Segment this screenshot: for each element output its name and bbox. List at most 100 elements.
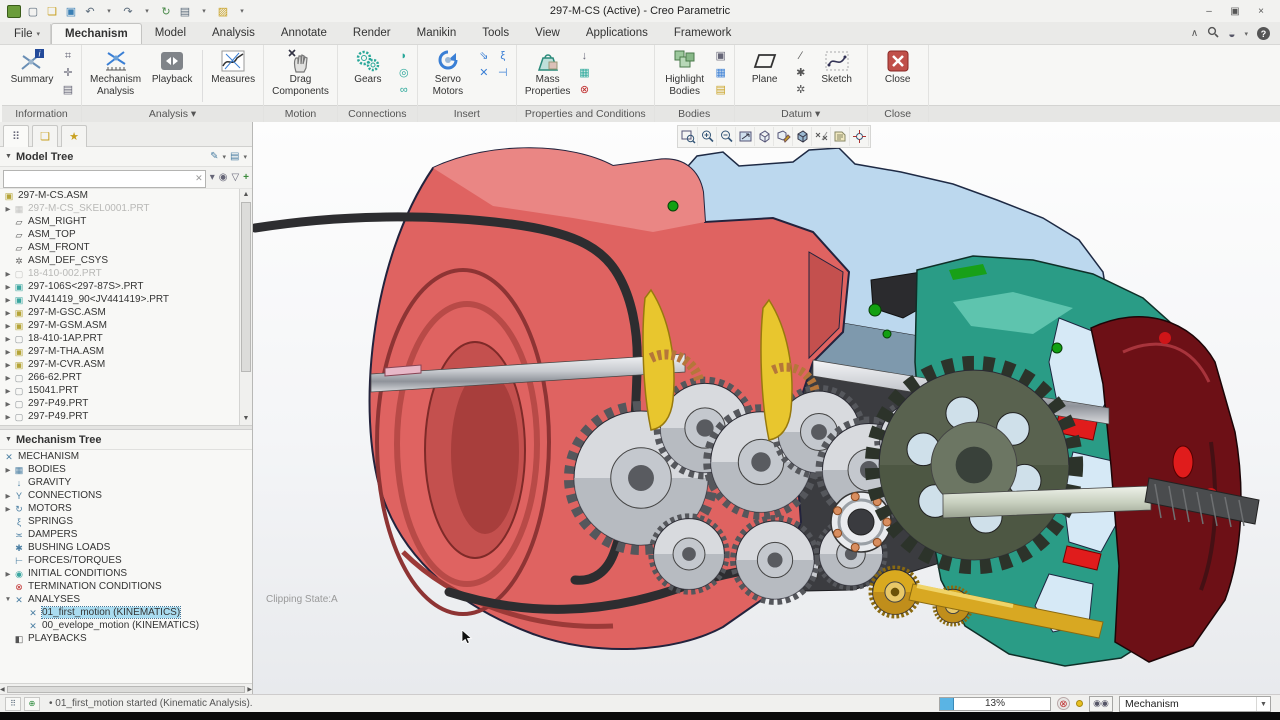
graphics-area[interactable]: Clipping State:A: [253, 122, 1280, 694]
drag-components-button[interactable]: DragComponents: [269, 47, 332, 98]
close-window-icon[interactable]: ×: [1254, 6, 1268, 17]
dampers-insert-icon[interactable]: ⊣: [495, 66, 511, 81]
mechanism-tree-item-mechanism[interactable]: ✕MECHANISM: [0, 450, 252, 463]
tree-filters-icon[interactable]: ✎: [210, 151, 218, 162]
toggle-navigator-icon[interactable]: ⠿: [5, 697, 21, 711]
zoom-out-button[interactable]: [717, 127, 736, 146]
tab-annotate[interactable]: Annotate: [268, 23, 340, 44]
expand-arrow-icon[interactable]: ▼: [3, 596, 13, 603]
model-tree-item-297-p49-prt[interactable]: ▶▢297-P49.PRT: [0, 397, 252, 410]
zoom-in-button[interactable]: [698, 127, 717, 146]
tree-settings-caret[interactable]: ▾: [243, 153, 247, 161]
find-in-tree-icon[interactable]: ◉: [219, 172, 228, 183]
selection-filter-dropdown[interactable]: Mechanism ▼: [1119, 696, 1271, 712]
initial-conditions-icon[interactable]: ▦: [576, 66, 592, 81]
new-file-icon[interactable]: ▢: [25, 3, 41, 19]
model-tree-tab[interactable]: ⠿: [3, 125, 29, 147]
scroll-right-icon[interactable]: ▶: [247, 686, 252, 693]
display-style-button[interactable]: [793, 127, 812, 146]
model-tree-item-18-410-1ap-prt[interactable]: ▶▢18-410-1AP.PRT: [0, 332, 252, 345]
servo-motors-button[interactable]: ServoMotors: [423, 47, 473, 98]
mass-properties-button[interactable]: MassProperties: [522, 47, 574, 98]
restore-icon[interactable]: ▣: [1228, 6, 1242, 17]
view-manager-button[interactable]: [774, 127, 793, 146]
model-tree-item-297-m-tha-asm[interactable]: ▶▣297-M-THA.ASM: [0, 345, 252, 358]
expand-arrow-icon[interactable]: ▶: [3, 296, 13, 304]
playback-button[interactable]: Playback: [147, 47, 197, 87]
tab-analysis[interactable]: Analysis: [199, 23, 268, 44]
close-button[interactable]: Close: [873, 47, 923, 87]
mechanism-tree-item-forces-torques[interactable]: ⊢FORCES/TORQUES: [0, 554, 252, 567]
summary-button[interactable]: iSummary: [7, 47, 57, 87]
tab-render[interactable]: Render: [340, 23, 404, 44]
termination-conditions-icon[interactable]: ⊗: [576, 83, 592, 98]
csys-small-icon[interactable]: ✲: [793, 83, 809, 98]
axis-icon[interactable]: ∕: [793, 49, 809, 64]
find-button[interactable]: ◉◉: [1089, 696, 1113, 712]
model-tree-item-18-410-002-prt[interactable]: ▶▢18-410-002.PRT: [0, 267, 252, 280]
mechanism-tree-item-bodies[interactable]: ▶▦BODIES: [0, 463, 252, 476]
expand-arrow-icon[interactable]: ▶: [3, 400, 13, 408]
mechanism-tree-item-motors[interactable]: ▶↻MOTORS: [0, 502, 252, 515]
browser-icon[interactable]: ⊕: [24, 697, 40, 711]
tab-applications[interactable]: Applications: [573, 23, 661, 44]
tab-model[interactable]: Model: [142, 23, 199, 44]
model-tree-item-297-m-gsc-asm[interactable]: ▶▣297-M-GSC.ASM: [0, 306, 252, 319]
model-tree-scrollbar[interactable]: ▲ ▼: [239, 189, 252, 425]
hscroll-thumb[interactable]: [7, 686, 246, 693]
mechanism-tree-item-analyses[interactable]: ▼✕ANALYSES: [0, 593, 252, 606]
expand-arrow-icon[interactable]: ▶: [3, 283, 13, 291]
scroll-down-icon[interactable]: ▼: [240, 413, 252, 425]
model-tree-item-asm-def-csys[interactable]: ✲ASM_DEF_CSYS: [0, 254, 252, 267]
mechanism-tree-item-00-evelope-motion-kinematics[interactable]: ✕00_evelope_motion (KINEMATICS): [0, 619, 252, 632]
qat-customize-caret-icon[interactable]: ▾: [234, 3, 250, 19]
file-menu[interactable]: File ▾: [4, 24, 51, 44]
cams-icon[interactable]: ◗: [396, 49, 412, 64]
gears-button[interactable]: Gears: [343, 47, 393, 87]
folder-browser-tab[interactable]: ❏: [32, 125, 58, 147]
mechanism-tree-item-dampers[interactable]: ≍DAMPERS: [0, 528, 252, 541]
assign-body-icon[interactable]: ▦: [713, 66, 729, 81]
tab-manikin[interactable]: Manikin: [404, 23, 470, 44]
open-file-icon[interactable]: ❏: [44, 3, 60, 19]
tab-framework[interactable]: Framework: [661, 23, 745, 44]
help-icon[interactable]: ?: [1257, 27, 1270, 40]
mechanism-tree-item-termination-conditions[interactable]: ⊗TERMINATION CONDITIONS: [0, 580, 252, 593]
mechanism-tree-item-01-first-motion-kinematics[interactable]: ✕01_first_motion (KINEMATICS): [0, 606, 252, 619]
scroll-up-icon[interactable]: ▲: [240, 189, 252, 201]
model-tree-item-297-m-gsm-asm[interactable]: ▶▣297-M-GSM.ASM: [0, 319, 252, 332]
search-icon[interactable]: [1207, 26, 1219, 41]
model-tree-item-297-m-cs-skel0001-prt[interactable]: ▶▦297-M-CS_SKEL0001.PRT: [0, 202, 252, 215]
expand-arrow-icon[interactable]: ▶: [3, 335, 13, 343]
gravity-icon[interactable]: ↓: [576, 49, 592, 64]
app-logo-icon[interactable]: [6, 3, 22, 19]
mechanism-tree-item-connections[interactable]: ▶YCONNECTIONS: [0, 489, 252, 502]
model-tree-item-297-m-cs-asm[interactable]: ▣297-M-CS.ASM: [0, 189, 252, 202]
expand-arrow-icon[interactable]: ▶: [3, 505, 13, 513]
zoom-region-button[interactable]: [679, 127, 698, 146]
expand-arrow-icon[interactable]: ▶: [3, 374, 13, 382]
favorites-tab[interactable]: ★: [61, 125, 87, 147]
force-motor-icon[interactable]: ⇘: [476, 49, 492, 64]
mechanism-tree-item-initial-conditions[interactable]: ▶◉INITIAL CONDITIONS: [0, 567, 252, 580]
3d-model-gearbox[interactable]: [253, 122, 1280, 694]
expand-arrow-icon[interactable]: ▶: [3, 309, 13, 317]
model-tree-item-297-m-cvr-asm[interactable]: ▶▣297-M-CVR.ASM: [0, 358, 252, 371]
expand-arrow-icon[interactable]: ▶: [3, 348, 13, 356]
window-switch-icon[interactable]: ▤: [177, 3, 193, 19]
expand-arrow-icon[interactable]: ▶: [3, 270, 13, 278]
model-tree-item-asm-right[interactable]: ▱ASM_RIGHT: [0, 215, 252, 228]
clear-search-icon[interactable]: ✕: [195, 172, 203, 184]
stop-icon[interactable]: ⊗: [1057, 697, 1070, 710]
expand-arrow-icon[interactable]: ▶: [3, 387, 13, 395]
account-sync-icon[interactable]: ◒: [1228, 27, 1235, 41]
redo-icon[interactable]: ↷: [120, 3, 136, 19]
point-icon[interactable]: ✱: [793, 66, 809, 81]
model-tree-item-asm-top[interactable]: ▱ASM_TOP: [0, 228, 252, 241]
tab-view[interactable]: View: [522, 23, 573, 44]
measures-button[interactable]: Measures: [208, 47, 258, 87]
tree-search-input[interactable]: [3, 170, 206, 188]
spin-center-button[interactable]: [850, 127, 869, 146]
datum-display-button[interactable]: [812, 127, 831, 146]
body-lock-icon[interactable]: ▤: [713, 83, 729, 98]
